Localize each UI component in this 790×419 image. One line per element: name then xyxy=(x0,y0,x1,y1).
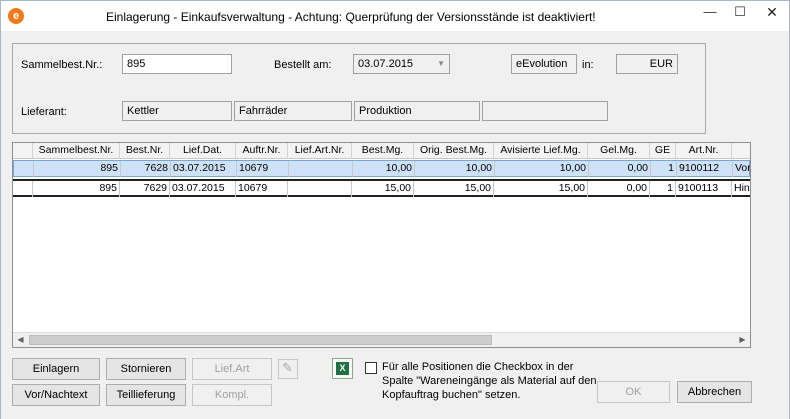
col-header-auftr-nr[interactable]: Auftr.Nr. xyxy=(236,143,288,159)
scroll-left-icon[interactable]: ◀ xyxy=(13,333,28,347)
lief-art-button[interactable]: Lief.Art xyxy=(192,358,272,380)
lieferant-info-field-1: Fahrräder xyxy=(234,101,352,121)
cell-art-nr: 9100113 xyxy=(676,181,732,197)
row-selector[interactable] xyxy=(13,181,33,197)
lieferant-info-field-2: Produktion xyxy=(354,101,480,121)
title-bar: e Einlagerung - Einkaufsverwaltung - Ach… xyxy=(1,1,789,31)
in-label: in: xyxy=(582,59,594,71)
cell-ge: 1 xyxy=(650,181,676,197)
cell-avisierte-lief-mg: 15,00 xyxy=(494,181,588,197)
cell-best-nr: 7629 xyxy=(120,181,170,197)
cell-auftr-nr: 10679 xyxy=(237,161,289,177)
eevolution-app-icon: e xyxy=(8,8,24,24)
table-row[interactable]: 895 7628 03.07.2015 10679 10,00 10,00 10… xyxy=(13,160,750,177)
cell-orig-best-mg: 10,00 xyxy=(415,161,495,177)
cell-ge: 1 xyxy=(651,161,677,177)
lieferant-field: Kettler xyxy=(122,101,232,121)
cell-sammelbest: 895 xyxy=(34,161,121,177)
cell-lief-dat: 03.07.2015 xyxy=(170,181,236,197)
currency-field: EUR xyxy=(616,54,678,74)
window-title: Einlagerung - Einkaufsverwaltung - Achtu… xyxy=(106,10,596,24)
teillieferung-button[interactable]: Teillieferung xyxy=(106,384,186,406)
col-header-sammelbest[interactable]: Sammelbest.Nr. xyxy=(33,143,120,159)
abbrechen-button[interactable]: Abbrechen xyxy=(677,381,752,403)
cell-lief-art-nr xyxy=(289,161,353,177)
col-header-orig-best-mg[interactable]: Orig. Best.Mg. xyxy=(414,143,494,159)
dropdown-arrow-icon[interactable]: ▼ xyxy=(437,55,445,73)
bestellt-am-label: Bestellt am: xyxy=(274,59,332,71)
close-button[interactable]: ✕ xyxy=(755,1,789,25)
order-header-panel: Sammelbest.Nr.: 895 Bestellt am: 03.07.2… xyxy=(12,43,706,134)
cell-lief-art-nr xyxy=(288,181,352,197)
edit-button[interactable]: ✎ xyxy=(278,359,298,379)
cell-gel-mg: 0,00 xyxy=(589,161,651,177)
dialog-window: e Einlagerung - Einkaufsverwaltung - Ach… xyxy=(0,0,790,419)
cell-sammelbest: 895 xyxy=(33,181,120,197)
bestellt-am-value: 03.07.2015 xyxy=(358,58,414,70)
col-header-extra[interactable] xyxy=(732,143,750,159)
material-checkbox[interactable] xyxy=(365,362,377,374)
col-header-art-nr[interactable]: Art.Nr. xyxy=(676,143,732,159)
col-header-avisierte-lief-mg[interactable]: Avisierte Lief.Mg. xyxy=(494,143,588,159)
lieferant-info-field-3 xyxy=(482,101,608,121)
cell-orig-best-mg: 15,00 xyxy=(414,181,494,197)
minimize-button[interactable]: — xyxy=(695,1,725,25)
ok-button[interactable]: OK xyxy=(597,381,670,403)
einlagern-button[interactable]: Einlagern xyxy=(12,358,100,380)
bestellt-am-combo[interactable]: 03.07.2015 ▼ xyxy=(353,54,450,74)
scrollbar-thumb[interactable] xyxy=(29,335,492,345)
cell-extra: Hin xyxy=(732,181,750,197)
dialog-body: Sammelbest.Nr.: 895 Bestellt am: 03.07.2… xyxy=(1,31,789,419)
horizontal-scrollbar[interactable]: ◀ ▶ xyxy=(13,332,750,347)
cell-gel-mg: 0,00 xyxy=(588,181,650,197)
table-row[interactable]: 895 7629 03.07.2015 10679 15,00 15,00 15… xyxy=(13,179,750,197)
cell-best-nr: 7628 xyxy=(121,161,171,177)
company-field: eEvolution xyxy=(511,54,577,74)
col-header-gel-mg[interactable]: Gel.Mg. xyxy=(588,143,650,159)
maximize-button[interactable]: ☐ xyxy=(725,1,755,25)
cell-lief-dat: 03.07.2015 xyxy=(171,161,237,177)
scroll-right-icon[interactable]: ▶ xyxy=(735,333,750,347)
cell-auftr-nr: 10679 xyxy=(236,181,288,197)
lieferant-label: Lieferant: xyxy=(21,106,67,118)
grid-corner xyxy=(13,143,33,159)
sammelbest-field[interactable]: 895 xyxy=(122,54,232,74)
col-header-best-mg[interactable]: Best.Mg. xyxy=(352,143,414,159)
grid-header: Sammelbest.Nr. Best.Nr. Lief.Dat. Auftr.… xyxy=(13,143,750,159)
vor-nachtext-button[interactable]: Vor/Nachtext xyxy=(12,384,100,406)
excel-export-button[interactable]: X xyxy=(332,358,353,379)
cell-best-mg: 10,00 xyxy=(353,161,415,177)
cell-art-nr: 9100112 xyxy=(677,161,733,177)
cell-avisierte-lief-mg: 10,00 xyxy=(495,161,589,177)
material-checkbox-label: Für alle Positionen die Checkbox in der … xyxy=(382,361,597,401)
col-header-lief-dat[interactable]: Lief.Dat. xyxy=(170,143,236,159)
pencil-icon: ✎ xyxy=(282,360,293,375)
col-header-best-nr[interactable]: Best.Nr. xyxy=(120,143,170,159)
row-selector[interactable] xyxy=(14,161,34,177)
sammelbest-label: Sammelbest.Nr.: xyxy=(21,59,103,71)
cell-extra: Vor xyxy=(733,161,750,177)
col-header-ge[interactable]: GE xyxy=(650,143,676,159)
kompl-button[interactable]: Kompl. xyxy=(192,384,272,406)
col-header-lief-art-nr[interactable]: Lief.Art.Nr. xyxy=(288,143,352,159)
stornieren-button[interactable]: Stornieren xyxy=(106,358,186,380)
cell-best-mg: 15,00 xyxy=(352,181,414,197)
positions-grid[interactable]: Sammelbest.Nr. Best.Nr. Lief.Dat. Auftr.… xyxy=(12,142,751,348)
excel-icon: X xyxy=(336,362,349,375)
